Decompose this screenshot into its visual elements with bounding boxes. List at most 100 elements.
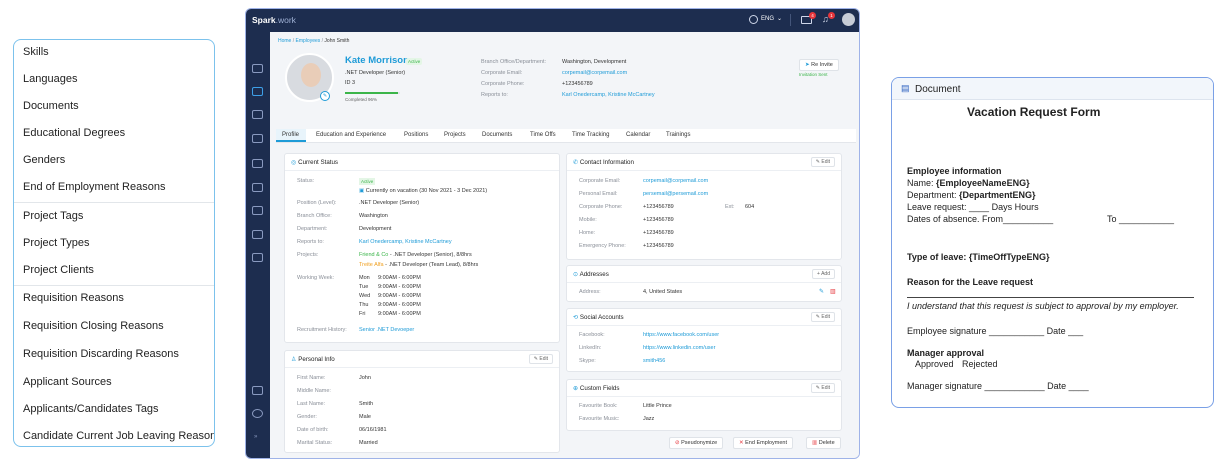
tab-profile[interactable]: Profile <box>282 132 299 138</box>
pseudonymize-button[interactable]: ⊘ Pseudonymize <box>669 437 724 449</box>
settings-icon[interactable] <box>252 409 263 418</box>
logo[interactable]: Spark.work <box>252 15 296 25</box>
document-icon: ▤ <box>901 83 910 93</box>
tab-education[interactable]: Education and Experience <box>316 132 386 138</box>
reports-link[interactable]: Karl Onedercamp, Kristine McCartney <box>359 239 452 245</box>
sidebar: » <box>246 32 270 458</box>
tab-projects[interactable]: Projects <box>444 132 466 138</box>
tab-timeoffs[interactable]: Time Offs <box>530 132 556 138</box>
briefcase-icon[interactable] <box>252 110 263 119</box>
list-item[interactable]: Project Types <box>23 237 89 249</box>
edit-button[interactable]: ✎ Edit <box>528 354 553 364</box>
profile-role: .NET Developer (Senior) <box>345 70 406 76</box>
list-item[interactable]: Project Tags <box>23 210 83 222</box>
edit-button[interactable]: ✎ Edit <box>810 312 835 322</box>
document-icon[interactable] <box>252 230 263 239</box>
list-item[interactable]: Requisition Discarding Reasons <box>23 348 179 360</box>
list-item[interactable]: End of Employment Reasons <box>23 181 165 193</box>
end-employment-button[interactable]: ✕ End Employment <box>733 437 794 449</box>
reinvite-button[interactable]: ➤ Re Invite <box>799 59 839 71</box>
tab-timetracking[interactable]: Time Tracking <box>572 132 609 138</box>
edit-icon[interactable]: ✎ <box>819 288 824 295</box>
personal-info-card: ♙ Personal Info ✎ Edit First Name: John M… <box>284 350 560 453</box>
people-icon[interactable] <box>252 87 263 96</box>
reports-value[interactable]: Karl Onedercamp, Kristine McCartney <box>562 92 655 98</box>
calendar-check-icon[interactable] <box>252 134 263 143</box>
divider <box>14 285 214 286</box>
phone-value: +123456789 <box>562 81 593 87</box>
mail-badge: 4 <box>809 12 816 19</box>
calendar-icon: ▣ <box>359 188 366 194</box>
edit-photo-icon[interactable]: ✎ <box>320 91 330 101</box>
profile-name: Kate Morrison <box>345 55 409 66</box>
dept-line: Department: {DepartmentENG} <box>907 190 1036 200</box>
bell-badge: 1 <box>828 12 835 19</box>
delete-button[interactable]: ▥ Delete <box>806 437 841 449</box>
card-title: ⊕ Custom Fields <box>573 385 620 392</box>
email-label: Corporate Email: <box>481 70 523 76</box>
settings-list-panel: Skills Languages Documents Educational D… <box>13 39 215 447</box>
chevron-down-icon[interactable]: ⌄ <box>777 15 782 22</box>
tab-trainings[interactable]: Trainings <box>666 132 690 138</box>
list-item[interactable]: Skills <box>23 46 49 58</box>
status-badge: Active <box>406 58 423 65</box>
completion-text: Completed 96% <box>345 97 378 102</box>
edit-button[interactable]: ✎ Edit <box>810 383 835 393</box>
list-item[interactable]: Educational Degrees <box>23 127 125 139</box>
list-item[interactable]: Requisition Closing Reasons <box>23 320 164 332</box>
bookmark-icon[interactable] <box>252 64 263 73</box>
section-heading: Reason for the Leave request <box>907 277 1034 287</box>
section-heading: Employee information <box>907 166 1002 176</box>
rejected-option: Rejected <box>962 359 998 369</box>
collapse-icon[interactable]: » <box>254 434 257 440</box>
invitation-status: Invitation Sent <box>799 72 828 77</box>
top-bar: Spark.work ENG ⌄ 4 ♫ 1 <box>246 9 859 32</box>
name-line: Name: {EmployeeNameENG} <box>907 178 1030 188</box>
user-icon[interactable] <box>252 159 263 168</box>
tab-documents[interactable]: Documents <box>482 132 512 138</box>
face <box>301 63 321 87</box>
list-item[interactable]: Languages <box>23 73 77 85</box>
card-title: ◎ Current Status <box>291 159 339 166</box>
breadcrumb: Home / Employees / John Smith <box>278 38 350 44</box>
custom-fields-card: ⊕ Custom Fields ✎ Edit Favourite Book: Li… <box>566 379 842 431</box>
calendar-icon[interactable] <box>252 206 263 215</box>
project-item: Treite Alfa - .NET Developer (Team Lead)… <box>359 262 479 268</box>
type-of-leave: Type of leave: {TimeOffTypeENG} <box>907 252 1050 262</box>
list-item[interactable]: Candidate Current Job Leaving Reasons <box>23 430 214 442</box>
form-title: Vacation Request Form <box>967 105 1101 119</box>
list-item[interactable]: Applicant Sources <box>23 376 112 388</box>
recruitment-link[interactable]: Senior .NET Devoeper <box>359 327 414 333</box>
language-select[interactable]: ENG <box>761 16 774 22</box>
grid-icon[interactable] <box>252 386 263 395</box>
profile-id: ID 3 <box>345 80 356 86</box>
app-window: Spark.work ENG ⌄ 4 ♫ 1 » Home / Employee… <box>245 8 860 459</box>
reports-label: Reports to: <box>481 92 508 98</box>
list-item[interactable]: Documents <box>23 100 79 112</box>
list-item[interactable]: Applicants/Candidates Tags <box>23 403 159 415</box>
chart-icon[interactable] <box>252 183 263 192</box>
breadcrumb-employees[interactable]: Employees <box>296 38 321 44</box>
globe-icon[interactable] <box>749 15 758 24</box>
document-header-title: Document <box>915 84 961 95</box>
tab-calendar[interactable]: Calendar <box>626 132 650 138</box>
leave-line: Leave request: ____ Days Hours <box>907 202 1039 212</box>
absence-line: Dates of absence. From__________ <box>907 214 1054 224</box>
add-button[interactable]: + Add <box>812 269 835 279</box>
edit-button[interactable]: ✎ Edit <box>810 157 835 167</box>
file-icon[interactable] <box>252 253 263 262</box>
list-item[interactable]: Project Clients <box>23 264 94 276</box>
tab-positions[interactable]: Positions <box>404 132 428 138</box>
avatar[interactable] <box>842 13 855 26</box>
email-value[interactable]: corpemail@corpemail.com <box>562 70 627 76</box>
approval-note: I understand that this request is subjec… <box>907 301 1179 311</box>
contact-info-card: ✆ Contact Information ✎ Edit Corporate E… <box>566 153 842 260</box>
list-item[interactable]: Genders <box>23 154 65 166</box>
breadcrumb-home[interactable]: Home <box>278 38 291 44</box>
list-item[interactable]: Requisition Reasons <box>23 292 124 304</box>
employee-signature-line: Employee signature ___________ Date ___ <box>907 326 1084 336</box>
document-panel: ▤ Document Vacation Request Form Employe… <box>891 77 1214 408</box>
branch-value: Washington, Development <box>562 59 627 65</box>
trash-icon[interactable]: ▥ <box>830 288 836 295</box>
social-accounts-card: ⟲ Social Accounts ✎ Edit Facebook: https:… <box>566 308 842 372</box>
